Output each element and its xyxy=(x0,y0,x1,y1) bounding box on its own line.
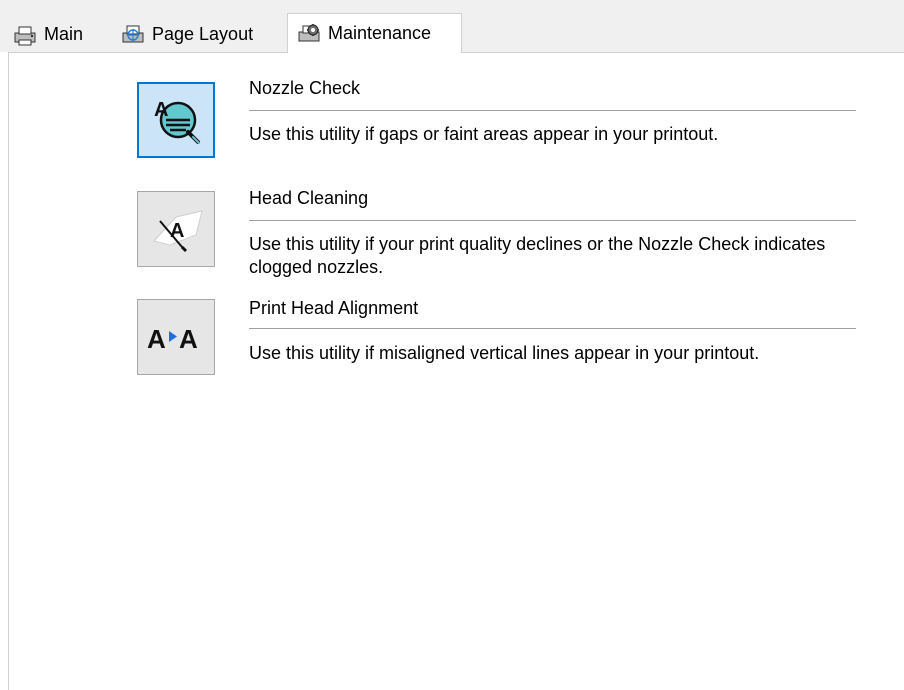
print-head-alignment-icon: A A xyxy=(147,324,198,354)
nozzle-check-button[interactable]: A xyxy=(137,82,215,158)
head-cleaning-icon: A xyxy=(153,210,203,253)
tab-maintenance[interactable]: Maintenance xyxy=(287,13,462,53)
print-head-alignment-description: Use this utility if misaligned vertical … xyxy=(249,343,760,363)
print-head-alignment-button[interactable]: A A xyxy=(137,299,215,375)
tab-main-label: Main xyxy=(44,24,84,44)
svg-text:A: A xyxy=(179,324,198,354)
printer-main-icon xyxy=(14,26,36,45)
maintenance-icon xyxy=(298,23,320,41)
nozzle-check-title: Nozzle Check xyxy=(249,78,361,98)
tab-page-layout-label: Page Layout xyxy=(152,24,254,44)
tab-strip: Main Page Layout Maintenance xyxy=(0,0,904,53)
head-cleaning-description: Use this utility if your print quality d… xyxy=(249,234,826,277)
svg-text:A: A xyxy=(147,324,166,354)
nozzle-check-divider xyxy=(249,110,856,111)
tab-main[interactable]: Main xyxy=(12,17,83,52)
head-cleaning-divider xyxy=(249,220,856,221)
tab-page-layout[interactable]: Page Layout xyxy=(120,17,253,52)
nozzle-check-description: Use this utility if gaps or faint areas … xyxy=(249,124,719,144)
print-head-alignment-title: Print Head Alignment xyxy=(249,298,419,318)
page-layout-icon xyxy=(122,25,144,42)
printer-properties-window: Main Page Layout Maintenance A Nozzle Ch… xyxy=(0,0,904,690)
nozzle-check-icon: A xyxy=(154,99,200,144)
svg-text:A: A xyxy=(154,99,168,121)
print-head-alignment-divider xyxy=(249,328,856,329)
head-cleaning-title: Head Cleaning xyxy=(249,188,369,208)
maintenance-panel: A Nozzle Check Use this utility if gaps … xyxy=(8,52,904,690)
svg-text:A: A xyxy=(170,220,184,242)
head-cleaning-button[interactable]: A xyxy=(137,191,215,267)
tab-maintenance-label: Maintenance xyxy=(328,23,432,43)
